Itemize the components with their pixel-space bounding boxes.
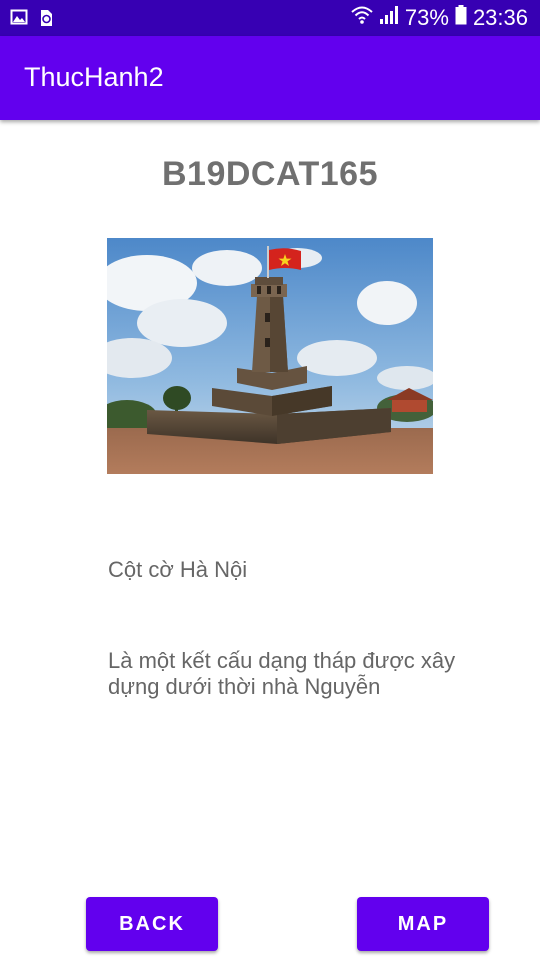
wifi-icon bbox=[351, 5, 373, 31]
app-bar: ThucHanh2 bbox=[0, 36, 540, 120]
status-system: 73% 23:36 bbox=[351, 0, 528, 36]
map-button[interactable]: MAP bbox=[357, 897, 489, 951]
signal-icon bbox=[379, 5, 399, 31]
status-bar: 73% 23:36 bbox=[0, 0, 540, 36]
student-id-heading: B19DCAT165 bbox=[161, 155, 378, 193]
back-button[interactable]: BACK bbox=[86, 897, 218, 951]
recycle-icon bbox=[38, 8, 54, 33]
image-icon bbox=[10, 8, 28, 33]
place-description: Là một kết cấu dạng tháp được xây dựng d… bbox=[108, 648, 456, 699]
place-name: Cột cờ Hà Nội bbox=[108, 557, 248, 582]
battery-icon bbox=[455, 5, 467, 31]
flag-tower-photo bbox=[107, 238, 433, 474]
battery-percent: 73% bbox=[404, 5, 449, 30]
app-title: ThucHanh2 bbox=[24, 62, 164, 92]
clock: 23:36 bbox=[472, 5, 528, 30]
status-notifications bbox=[10, 8, 54, 33]
